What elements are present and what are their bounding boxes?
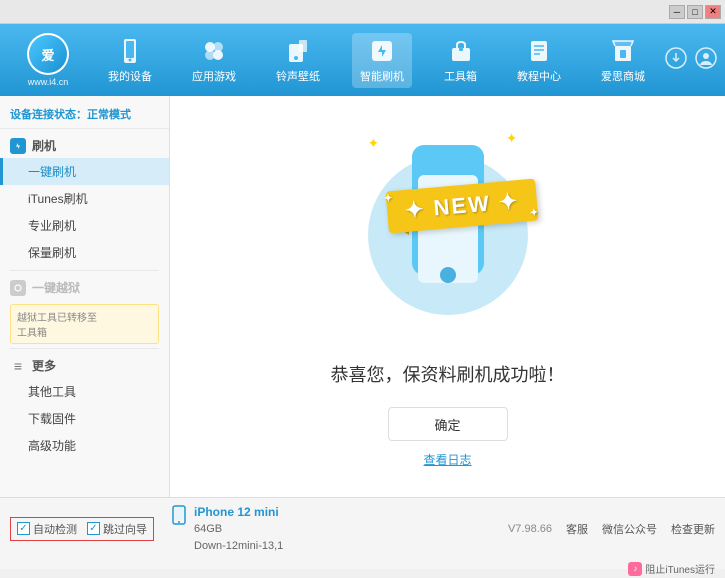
status-label: 设备连接状态：: [10, 109, 87, 121]
status-value: 正常模式: [87, 109, 131, 121]
nav-actions: [665, 47, 717, 74]
sidebar-divider-1: [10, 270, 159, 271]
phone-home-btn: [440, 267, 456, 283]
itunes-icon: ♪: [628, 562, 642, 576]
more-section-icon: ≡: [10, 358, 26, 374]
sidebar-status: 设备连接状态：正常模式: [0, 102, 169, 129]
success-illustration: ✦ NEW ✦ ✦ ✦: [348, 125, 548, 345]
device-details: iPhone 12 mini 64GB Down-12mini-13,1: [194, 503, 283, 554]
sidebar-item-download-firmware[interactable]: 下载固件: [0, 405, 169, 432]
sparkle-1: ✦: [368, 135, 380, 152]
sidebar-item-one-click-flash[interactable]: 一键刷机: [0, 158, 169, 185]
itunes-flash-label: iTunes刷机: [28, 192, 88, 206]
smart-flash-icon: [368, 37, 396, 65]
toolbox-icon: [447, 37, 475, 65]
main-area: 设备连接状态：正常模式 刷机 一键刷机 iTunes刷机 专业刷机 保量刷机 一: [0, 96, 725, 497]
jailbreak-notice: 越狱工具已转移至 工具箱: [10, 304, 159, 344]
jailbreak-section-icon: [10, 280, 26, 296]
itunes-label: 阻止iTunes运行: [645, 561, 715, 576]
sidebar: 设备连接状态：正常模式 刷机 一键刷机 iTunes刷机 专业刷机 保量刷机 一: [0, 96, 170, 497]
confirm-button[interactable]: 确定: [388, 407, 508, 441]
nav-item-toolbox[interactable]: 工具箱: [436, 33, 485, 88]
nav-label-tutorials: 教程中心: [517, 68, 561, 84]
nav-label-ringtones: 铃声壁纸: [276, 68, 320, 84]
more-section-label: 更多: [32, 357, 56, 374]
sidebar-item-save-flash[interactable]: 保量刷机: [0, 239, 169, 266]
nav-label-smart-flash: 智能刷机: [360, 68, 404, 84]
itunes-row: ♪ 阻止iTunes运行: [0, 559, 725, 578]
bottom-area: ✓ 自动检测 ✓ 跳过向导 iPhone 12 mini 64GB Down-1…: [0, 497, 725, 569]
view-log-link[interactable]: 查看日志: [423, 451, 471, 468]
nav-label-apps-games: 应用游戏: [192, 68, 236, 84]
close-btn[interactable]: ✕: [705, 5, 721, 19]
content-area: ✦ NEW ✦ ✦ ✦ 恭喜您，保资料刷机成功啦！ 确定 查看日志: [170, 96, 725, 497]
nav-items: 我的设备 应用游戏 铃声壁纸: [88, 33, 665, 88]
nav-label-mall: 爱思商城: [601, 68, 645, 84]
new-badge: ✦ NEW ✦: [387, 185, 537, 235]
user-action-btn[interactable]: [695, 47, 717, 74]
download-firmware-label: 下载固件: [28, 412, 76, 426]
bottom-top-row: ✓ 自动检测 ✓ 跳过向导 iPhone 12 mini 64GB Down-1…: [0, 498, 725, 559]
ringtones-icon: [284, 37, 312, 65]
version-text: V7.98.66: [508, 523, 552, 535]
logo-icon: 爱: [27, 33, 69, 75]
jailbreak-notice-text: 越狱工具已转移至 工具箱: [17, 313, 97, 339]
auto-debug-check-icon: ✓: [17, 522, 30, 535]
nav-item-my-device[interactable]: 我的设备: [100, 33, 160, 88]
advanced-label: 高级功能: [28, 439, 76, 453]
title-bar: ─ □ ✕: [0, 0, 725, 24]
itunes-btn[interactable]: ♪ 阻止iTunes运行: [628, 561, 715, 576]
maximize-btn[interactable]: □: [687, 5, 703, 19]
nav-item-mall[interactable]: 爱思商城: [593, 33, 653, 88]
logo: 爱 www.i4.cn: [8, 33, 88, 87]
nav-item-apps-games[interactable]: 应用游戏: [184, 33, 244, 88]
minimize-btn[interactable]: ─: [669, 5, 685, 19]
device-name: iPhone 12 mini: [194, 503, 283, 521]
save-flash-label: 保量刷机: [28, 246, 76, 260]
sidebar-item-advanced[interactable]: 高级功能: [0, 432, 169, 459]
other-tools-label: 其他工具: [28, 385, 76, 399]
device-panel: iPhone 12 mini 64GB Down-12mini-13,1: [162, 503, 500, 554]
pro-flash-label: 专业刷机: [28, 219, 76, 233]
flash-section-label: 刷机: [32, 137, 56, 154]
nav-label-my-device: 我的设备: [108, 68, 152, 84]
jailbreak-section-label: 一键越狱: [32, 279, 80, 296]
nav-item-ringtones[interactable]: 铃声壁纸: [268, 33, 328, 88]
logo-circle: 爱: [29, 35, 67, 73]
sparkle-2: ✦: [506, 130, 518, 147]
nav-item-smart-flash[interactable]: 智能刷机: [352, 33, 412, 88]
device-model: Down-12mini-13,1: [194, 538, 283, 555]
sidebar-item-pro-flash[interactable]: 专业刷机: [0, 212, 169, 239]
sidebar-section-jailbreak: 一键越狱: [0, 275, 169, 300]
logo-subtitle: www.i4.cn: [28, 77, 69, 87]
apps-games-icon: [200, 37, 228, 65]
my-device-icon: [116, 37, 144, 65]
new-ribbon-text: ✦ NEW ✦: [386, 179, 540, 234]
nav-label-toolbox: 工具箱: [444, 68, 477, 84]
nav-bar: 爱 www.i4.cn 我的设备: [0, 24, 725, 96]
sidebar-divider-2: [10, 348, 159, 349]
download-action-btn[interactable]: [665, 47, 687, 74]
mall-icon: [609, 37, 637, 65]
skip-wizard-check-icon: ✓: [87, 522, 100, 535]
flash-section-icon: [10, 138, 26, 154]
checkbox-group: ✓ 自动检测 ✓ 跳过向导: [10, 517, 154, 541]
device-phone-icon: [172, 505, 186, 530]
sidebar-item-itunes-flash[interactable]: iTunes刷机: [0, 185, 169, 212]
sidebar-item-other-tools[interactable]: 其他工具: [0, 378, 169, 405]
tutorials-icon: [525, 37, 553, 65]
success-text: 恭喜您，保资料刷机成功啦！: [331, 361, 565, 387]
one-click-flash-label: 一键刷机: [28, 165, 76, 179]
sidebar-section-flash: 刷机: [0, 133, 169, 158]
sidebar-section-more: ≡ 更多: [0, 353, 169, 378]
device-storage: 64GB: [194, 521, 283, 538]
nav-item-tutorials[interactable]: 教程中心: [509, 33, 569, 88]
